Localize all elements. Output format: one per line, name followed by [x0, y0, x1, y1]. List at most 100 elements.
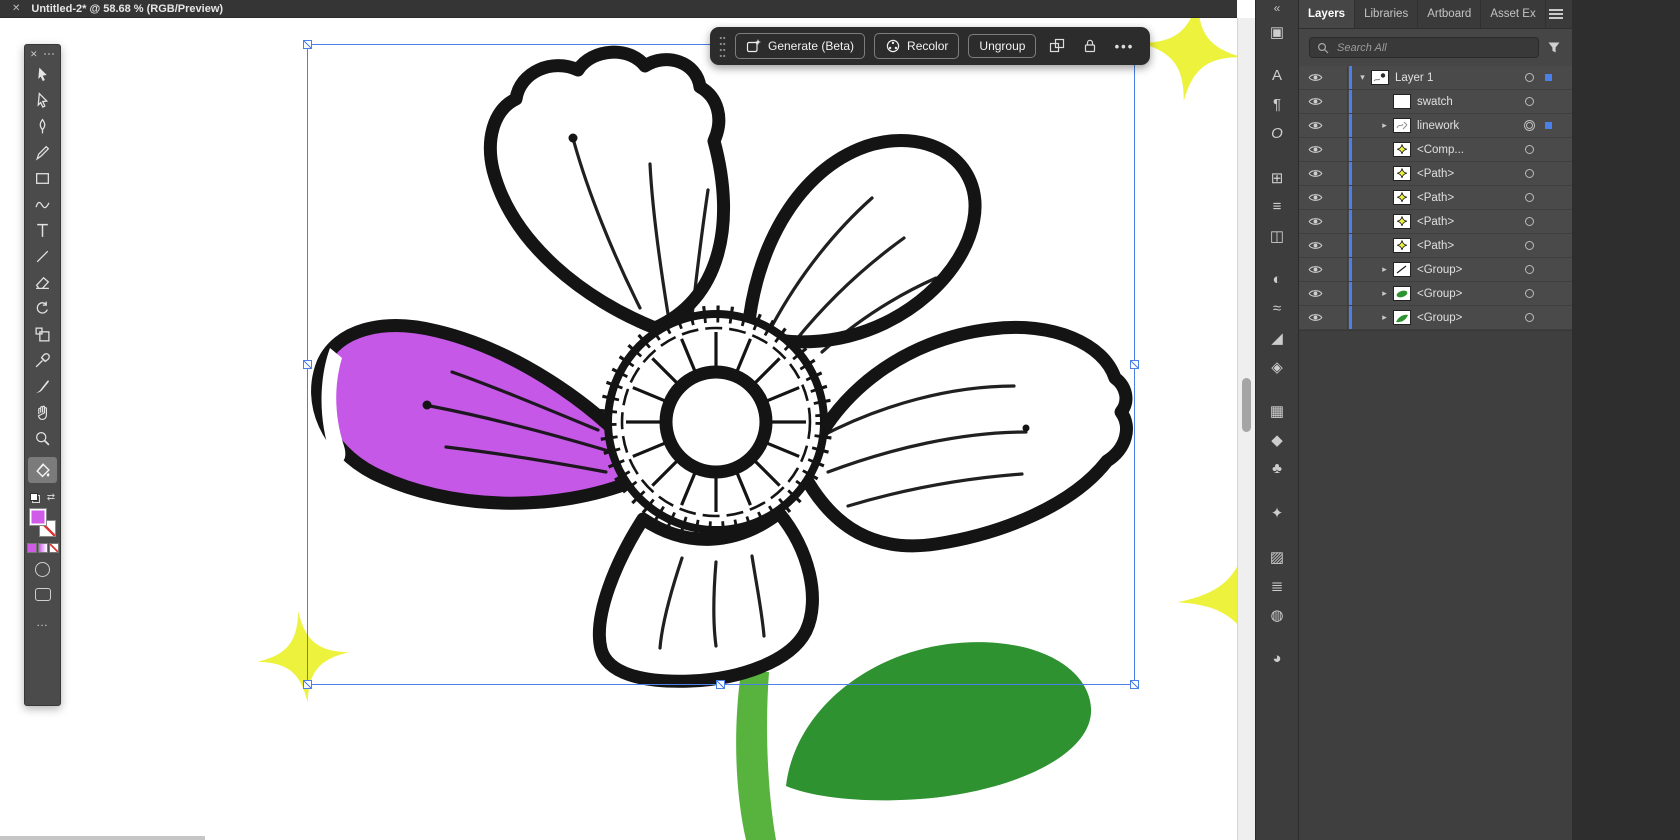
layer-name[interactable]: <Path> [1417, 192, 1454, 204]
more-options-icon[interactable]: ••• [1111, 39, 1137, 54]
paintbrush-tool[interactable] [28, 373, 57, 399]
artboards-panel-icon[interactable]: ▣ [1262, 17, 1292, 46]
target-circle-icon[interactable] [1525, 193, 1534, 202]
lock-column[interactable] [1324, 162, 1348, 185]
target-circle-icon[interactable] [1525, 145, 1534, 154]
filter-icon[interactable] [1547, 41, 1561, 54]
rotate-tool[interactable] [28, 295, 57, 321]
zoom-tool[interactable] [28, 425, 57, 451]
target-selected-icon[interactable] [1524, 120, 1535, 131]
transform-panel-icon[interactable]: ⊞ [1262, 163, 1292, 192]
target-circle-icon[interactable] [1525, 97, 1534, 106]
hand-tool[interactable] [28, 399, 57, 425]
symbols-panel-icon[interactable]: ♣ [1262, 454, 1292, 483]
layer-row-path[interactable]: <Path> [1299, 234, 1572, 258]
direct-selection-tool[interactable] [28, 87, 57, 113]
expand-dock-icon[interactable]: « [1274, 0, 1281, 17]
visibility-toggle-eye-icon[interactable] [1308, 192, 1324, 203]
appearance-panel-icon[interactable]: ◕ [1262, 644, 1292, 673]
visibility-toggle-eye-icon[interactable] [1308, 144, 1324, 155]
disclosure-right-icon[interactable]: ▸ [1378, 264, 1391, 275]
lock-column[interactable] [1324, 186, 1348, 209]
draw-mode-icon[interactable] [35, 562, 50, 577]
layer-name[interactable]: <Group> [1417, 288, 1462, 300]
visibility-toggle-eye-icon[interactable] [1308, 96, 1324, 107]
visibility-toggle-eye-icon[interactable] [1308, 168, 1324, 179]
visibility-toggle-eye-icon[interactable] [1308, 72, 1324, 83]
ungroup-button[interactable]: Ungroup [968, 34, 1036, 58]
visibility-toggle-eye-icon[interactable] [1308, 216, 1324, 227]
visibility-toggle-eye-icon[interactable] [1308, 288, 1324, 299]
toolbar-more-icon[interactable]: … [36, 615, 49, 629]
pen-tool[interactable] [28, 113, 57, 139]
paragraph-panel-icon[interactable]: ¶ [1262, 90, 1292, 119]
line-segment-tool[interactable] [28, 243, 57, 269]
align-panel-icon[interactable]: ≡ [1262, 192, 1292, 221]
lock-column[interactable] [1324, 258, 1348, 281]
target-circle-icon[interactable] [1525, 73, 1534, 82]
layer-name[interactable]: Layer 1 [1395, 72, 1433, 84]
selection-tool[interactable] [28, 61, 57, 87]
color-guide-panel-icon[interactable]: ≈ [1262, 294, 1292, 323]
layer-name[interactable]: <Group> [1417, 264, 1462, 276]
gradient-mode-icon[interactable] [38, 543, 48, 553]
selection-handle-bottom-left[interactable] [303, 680, 312, 689]
close-document-icon[interactable]: ✕ [12, 4, 20, 14]
layer-row-path[interactable]: <Path> [1299, 162, 1572, 186]
pattern-panel-icon[interactable]: ▨ [1262, 542, 1292, 571]
disclosure-down-icon[interactable]: ▾ [1356, 72, 1369, 83]
vertical-scrollbar-thumb[interactable] [1242, 378, 1251, 432]
rectangle-tool[interactable] [28, 165, 57, 191]
lock-column[interactable] [1324, 90, 1348, 113]
search-input[interactable] [1335, 41, 1531, 55]
layer-name[interactable]: <Comp... [1417, 144, 1464, 156]
layer-row-group[interactable]: ▸ <Group> [1299, 258, 1572, 282]
lock-column[interactable] [1324, 138, 1348, 161]
lock-column[interactable] [1324, 234, 1348, 257]
group-icon[interactable] [1045, 34, 1069, 58]
eyedropper-tool[interactable] [28, 347, 57, 373]
type-tool[interactable] [28, 217, 57, 243]
target-circle-icon[interactable] [1525, 289, 1534, 298]
opentype-panel-icon[interactable]: O [1262, 119, 1292, 148]
canvas[interactable] [0, 0, 1237, 840]
tab-artboard[interactable]: Artboard [1418, 0, 1481, 28]
target-circle-icon[interactable] [1525, 217, 1534, 226]
layer-name[interactable]: <Path> [1417, 240, 1454, 252]
tab-libraries[interactable]: Libraries [1355, 0, 1418, 28]
close-toolbar-icon[interactable]: ✕ [30, 49, 38, 60]
selection-indicator[interactable] [1545, 122, 1552, 129]
none-mode-icon[interactable] [49, 543, 59, 553]
selection-handle-bottom-middle[interactable] [716, 680, 725, 689]
character-panel-icon[interactable]: A [1262, 61, 1292, 90]
scale-tool[interactable] [28, 321, 57, 347]
layer-row-group[interactable]: ▸ <Group> [1299, 282, 1572, 306]
eraser-tool[interactable] [28, 269, 57, 295]
pathfinder-panel-icon[interactable]: ◫ [1262, 221, 1292, 250]
color-panel-icon[interactable]: ◐ [1262, 265, 1292, 294]
stem-shape[interactable] [736, 672, 776, 840]
fill-swatch[interactable] [30, 509, 46, 525]
layer-row-comp[interactable]: <Comp... [1299, 138, 1572, 162]
vertical-scrollbar[interactable] [1237, 18, 1255, 840]
live-paint-bucket-tool[interactable] [28, 457, 57, 483]
target-circle-icon[interactable] [1525, 169, 1534, 178]
disclosure-right-icon[interactable]: ▸ [1378, 288, 1391, 299]
default-fill-stroke-icon[interactable] [30, 493, 40, 503]
lock-column[interactable] [1324, 210, 1348, 233]
tab-layers[interactable]: Layers [1299, 0, 1355, 28]
lock-column[interactable] [1324, 66, 1348, 89]
lock-column[interactable] [1324, 114, 1348, 137]
taskbar-grabber[interactable] [719, 35, 726, 57]
recolor-button[interactable]: Recolor [874, 33, 959, 59]
transparency-panel-icon[interactable]: ◍ [1262, 600, 1292, 629]
generate-beta-button[interactable]: Generate (Beta) [735, 33, 865, 59]
target-circle-icon[interactable] [1525, 241, 1534, 250]
selection-handle-bottom-right[interactable] [1130, 680, 1139, 689]
layer-row-linework[interactable]: ▸linework [1299, 114, 1572, 138]
horizontal-scrollbar[interactable] [0, 836, 205, 840]
target-circle-icon[interactable] [1525, 265, 1534, 274]
tab-asset-ex[interactable]: Asset Ex [1481, 0, 1545, 28]
lock-column[interactable] [1324, 306, 1348, 329]
sparkle-right-edge[interactable] [1172, 516, 1237, 678]
